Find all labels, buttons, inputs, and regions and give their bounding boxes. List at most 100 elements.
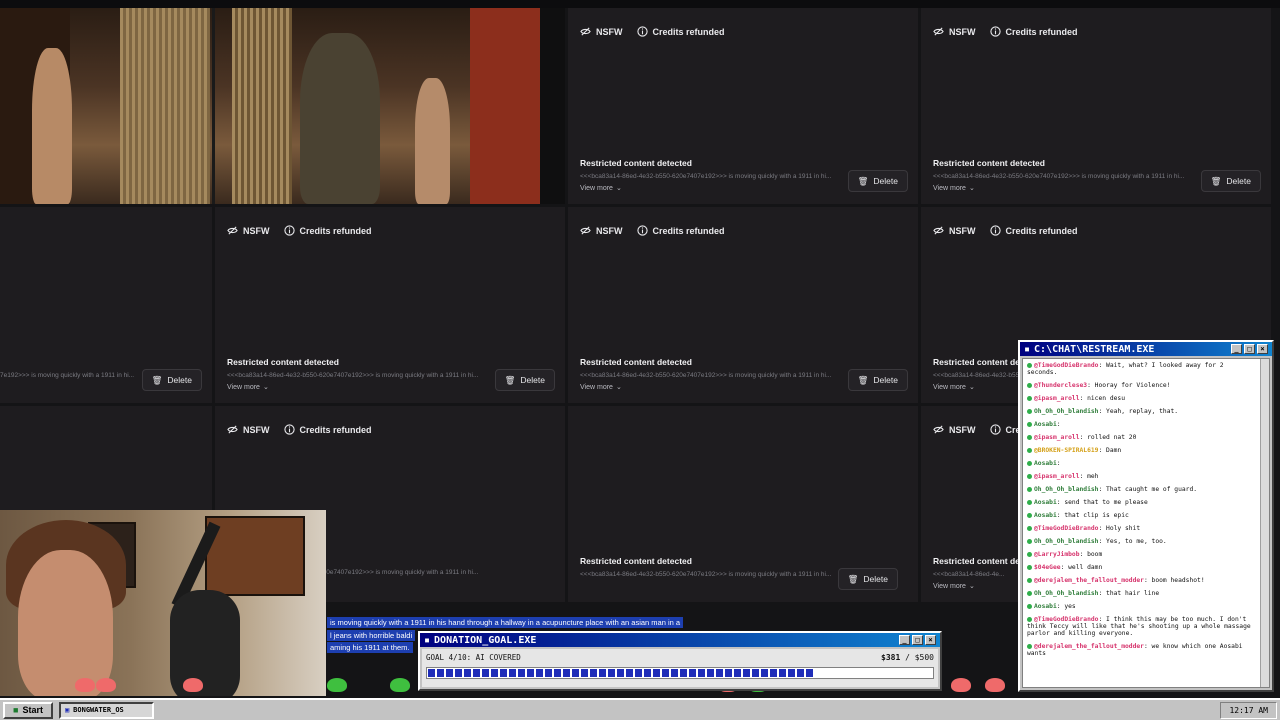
credits-flag: Credits refunded [283, 225, 372, 236]
generation-card[interactable]: NSFW Credits refunded Restricted content… [921, 8, 1271, 204]
view-more-link[interactable]: View more ⌄ [227, 383, 269, 392]
generation-card[interactable]: NSFW Credits refunded Restricted content… [568, 207, 918, 403]
nsfw-label: NSFW [243, 225, 270, 236]
donation-progress-bar [426, 667, 934, 679]
chat-text: nicen desu [1087, 395, 1126, 402]
chat-badge-icon [1027, 643, 1032, 649]
chat-username[interactable]: Aosabi [1034, 421, 1057, 428]
chat-badge-icon [1027, 408, 1032, 414]
chat-message: Oh_Oh_Oh_blandish: Yes, to me, too. [1023, 535, 1269, 548]
chat-message-list[interactable]: @TimeGodDieBrando: Wait, what? I looked … [1022, 358, 1270, 688]
delete-button[interactable]: 🗑 Delete [847, 170, 908, 192]
chat-username[interactable]: @derejalem_the_fallout_modder [1034, 577, 1144, 584]
delete-button[interactable]: 🗑 Delete [837, 568, 898, 590]
delete-label: Delete [167, 375, 192, 385]
chat-username[interactable]: @ipasm_aroll [1034, 395, 1080, 402]
thumbnail-door [470, 8, 540, 204]
chat-username[interactable]: @ipasm_aroll [1034, 434, 1080, 441]
chat-text: meh [1087, 473, 1099, 480]
generation-card[interactable]: NSFW Credits refunded Restricted content… [568, 8, 918, 204]
chat-username[interactable]: Aosabi [1034, 499, 1057, 506]
chat-username[interactable]: Oh_Oh_Oh_blandish [1034, 408, 1098, 415]
delete-button[interactable]: 🗑 Delete [141, 369, 202, 391]
chat-username[interactable]: $04eGee [1034, 564, 1061, 571]
chat-username[interactable]: @Thunderclese3 [1034, 382, 1087, 389]
delete-button[interactable]: 🗑 Delete [847, 369, 908, 391]
prompt-text: <<<bca83a14-86ed-4e32-b550-620e7407e192>… [580, 571, 832, 578]
credits-flag: Credits refunded [283, 424, 372, 435]
view-more-link[interactable]: View more ⌄ [933, 582, 975, 591]
chat-message: Oh_Oh_Oh_blandish: Yeah, replay, that. [1023, 405, 1269, 418]
view-more-label: View more [933, 383, 966, 391]
chat-username[interactable]: @BROKEN-SPIRAL619 [1034, 447, 1098, 454]
prompt-caption-line-1: is moving quickly with a 1911 in his han… [327, 617, 684, 628]
card-flags: NSFW Credits refunded [227, 424, 372, 435]
credits-flag: Credits refunded [989, 225, 1078, 236]
taskbar: ■ Start ▣ BONGWATER_OS 12:17 AM [0, 698, 1280, 720]
close-icon[interactable]: × [925, 635, 936, 645]
eye-off-icon [933, 425, 944, 434]
thumbnail-divider [212, 8, 215, 204]
view-more-link[interactable]: View more ⌄ [580, 383, 622, 392]
chat-username[interactable]: Oh_Oh_Oh_blandish [1034, 486, 1098, 493]
chat-username[interactable]: @LarryJimbob [1034, 551, 1080, 558]
chat-text: that clip is epic [1064, 512, 1129, 519]
chat-username[interactable]: Oh_Oh_Oh_blandish [1034, 590, 1098, 597]
generation-card[interactable]: NSFW Credits refunded Restricted content… [215, 207, 565, 403]
donation-current: $381 [881, 653, 901, 662]
chat-username[interactable]: Oh_Oh_Oh_blandish [1034, 538, 1098, 545]
frog-sprite [327, 678, 347, 692]
chat-badge-icon [1027, 460, 1032, 466]
delete-button[interactable]: 🗑 Delete [1200, 170, 1261, 192]
donation-window-title: DONATION_GOAL.EXE [434, 634, 537, 646]
chat-message: Aosabi: [1023, 457, 1269, 470]
chat-username[interactable]: Aosabi [1034, 603, 1057, 610]
start-button[interactable]: ■ Start [3, 701, 53, 719]
donation-goal-window[interactable]: ▪ DONATION_GOAL.EXE _ □ × GOAL 4/10: AI … [418, 631, 942, 691]
chat-username[interactable]: @TimeGodDieBrando [1034, 616, 1098, 623]
chat-scrollbar[interactable] [1260, 359, 1269, 687]
webcam-overlay [0, 510, 326, 696]
view-more-link[interactable]: View more ⌄ [580, 184, 622, 193]
nsfw-label: NSFW [949, 26, 976, 37]
chat-username[interactable]: Aosabi [1034, 512, 1057, 519]
restricted-heading: Restricted content detected [933, 158, 1045, 168]
chat-text: yes [1064, 603, 1076, 610]
taskbar-app-bongwater[interactable]: ▣ BONGWATER_OS [58, 701, 154, 719]
chat-username[interactable]: @ipasm_aroll [1034, 473, 1080, 480]
chat-badge-icon [1027, 551, 1032, 557]
generation-card[interactable]: 7e192>>> is moving quickly with a 1911 i… [0, 207, 212, 403]
maximize-icon[interactable]: □ [912, 635, 923, 645]
prompt-text: <<<bca83a14-86ed-4e... [933, 571, 1005, 578]
delete-button[interactable]: 🗑 Delete [494, 369, 555, 391]
chat-window[interactable]: ▪ C:\CHAT\RESTREAM.EXE _ □ × @TimeGodDie… [1018, 340, 1274, 692]
chat-username[interactable]: @derejalem_the_fallout_modder [1034, 643, 1144, 650]
generation-card[interactable] [0, 406, 212, 510]
maximize-icon[interactable]: □ [1244, 344, 1255, 354]
chat-badge-icon [1027, 473, 1032, 479]
credits-label: Credits refunded [652, 225, 725, 236]
card-flags: NSFW Credits refunded [580, 225, 725, 236]
donation-window-titlebar[interactable]: ▪ DONATION_GOAL.EXE _ □ × [420, 633, 940, 647]
minimize-icon[interactable]: _ [1231, 344, 1242, 354]
chat-text: well damn [1068, 564, 1103, 571]
close-icon[interactable]: × [1257, 344, 1268, 354]
video-thumbnail[interactable] [0, 8, 565, 204]
info-icon [283, 225, 295, 236]
prompt-text: <<<bca83a14-86ed-4e32-b550-620e7407e192>… [933, 372, 1018, 379]
chat-badge-icon [1027, 603, 1032, 609]
card-flags: NSFW Credits refunded [580, 26, 725, 37]
chat-window-titlebar[interactable]: ▪ C:\CHAT\RESTREAM.EXE _ □ × [1020, 342, 1272, 356]
chat-username[interactable]: @TimeGodDieBrando [1034, 362, 1098, 369]
chat-badge-icon [1027, 525, 1032, 531]
chat-username[interactable]: @TimeGodDieBrando [1034, 525, 1098, 532]
minimize-icon[interactable]: _ [899, 635, 910, 645]
view-more-link[interactable]: View more ⌄ [933, 184, 975, 193]
chat-message: Aosabi: [1023, 418, 1269, 431]
chat-text: send that to me please [1064, 499, 1148, 506]
view-more-link[interactable]: View more ⌄ [933, 383, 975, 392]
generation-card[interactable]: Restricted content detected <<<bca83a14-… [568, 406, 918, 602]
thumbnail-bamboo-blind [120, 8, 210, 204]
donation-separator: / [900, 653, 915, 662]
chat-username[interactable]: Aosabi [1034, 460, 1057, 467]
